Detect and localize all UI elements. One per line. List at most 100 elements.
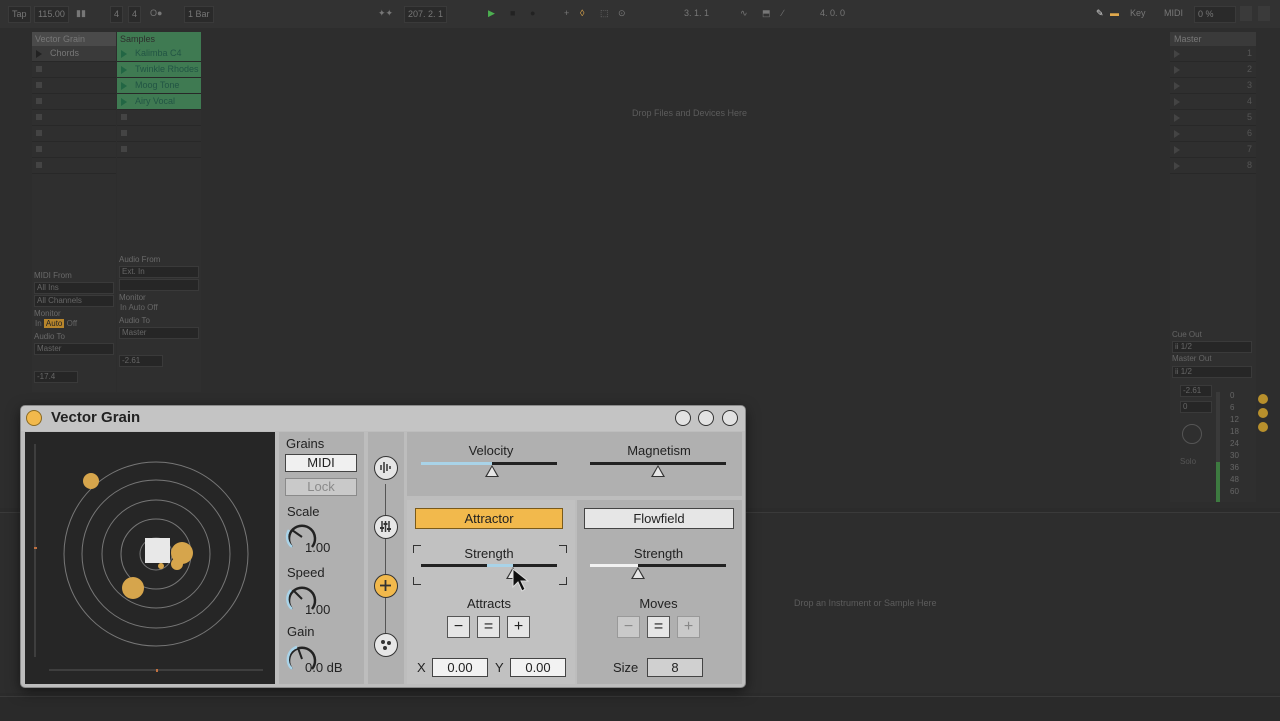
solo-button[interactable]: Solo <box>1180 457 1196 466</box>
audio-from-select[interactable]: Ext. In <box>119 266 199 278</box>
clip-slot[interactable] <box>32 110 116 126</box>
lock-button[interactable]: Lock <box>285 478 357 496</box>
attracts-plus-button[interactable]: + <box>507 616 530 638</box>
stop-icon[interactable]: ■ <box>510 6 515 21</box>
metronome-icon[interactable]: ▮▮ <box>76 6 86 21</box>
clip-slot[interactable]: Chords <box>32 46 116 62</box>
follow-icon[interactable]: O● <box>150 6 162 21</box>
monitor-auto-button[interactable]: Auto <box>128 303 144 312</box>
master-title[interactable]: Master <box>1170 32 1256 46</box>
attractor-button[interactable]: Attractor <box>415 508 563 529</box>
key-map-icon[interactable]: ▬ <box>1110 6 1119 21</box>
tap-button[interactable]: Tap <box>8 6 31 23</box>
device-view-icon[interactable] <box>1258 408 1268 418</box>
clip-slot[interactable]: Twinkle Rhodes <box>117 62 201 78</box>
position-field[interactable]: 207. 2. 1 <box>404 6 448 23</box>
scene-launch[interactable]: 8 <box>1170 158 1256 174</box>
mixer-view-icon[interactable] <box>1258 422 1268 432</box>
overdub-icon[interactable]: + <box>564 6 569 21</box>
master-pan[interactable]: 0 <box>1180 401 1212 413</box>
waveform-icon[interactable] <box>374 456 398 480</box>
attracts-minus-button[interactable]: − <box>447 616 470 638</box>
velocity-thumb[interactable] <box>485 465 499 477</box>
monitor-off-button[interactable]: Off <box>67 319 78 328</box>
track-volume[interactable]: -2.61 <box>119 355 163 367</box>
master-volume[interactable]: -2.61 <box>1180 385 1212 397</box>
cue-out-select[interactable]: ii 1/2 <box>1172 341 1252 353</box>
scene-launch[interactable]: 3 <box>1170 78 1256 94</box>
midi-from-select[interactable]: All Ins <box>34 282 114 294</box>
clip-slot[interactable] <box>32 78 116 94</box>
pan-knob[interactable] <box>1182 424 1202 444</box>
clip-view-icon[interactable] <box>1258 394 1268 404</box>
monitor-in-button[interactable]: In <box>120 303 127 312</box>
grain-visualizer[interactable] <box>25 432 275 684</box>
moves-plus-button[interactable]: + <box>677 616 700 638</box>
draw-mode-icon[interactable]: ∿ <box>740 6 748 21</box>
moves-minus-button[interactable]: − <box>617 616 640 638</box>
capture-icon[interactable]: ⊙ <box>618 6 626 21</box>
hotswap-icon[interactable] <box>698 410 714 426</box>
particles-icon[interactable] <box>374 633 398 657</box>
input-channel-select[interactable] <box>119 279 199 291</box>
punch-icon[interactable]: ∕ <box>782 6 784 21</box>
track-title[interactable]: Vector Grain <box>32 32 116 46</box>
clip-slot[interactable] <box>32 126 116 142</box>
clip-slot[interactable] <box>32 142 116 158</box>
clip-slot[interactable]: Kalimba C4 <box>117 46 201 62</box>
loop-start-field[interactable]: 3. 1. 1 <box>684 6 709 21</box>
track-title[interactable]: Samples <box>117 32 201 46</box>
tempo-field[interactable]: 115.00 <box>34 6 69 23</box>
key-map-button[interactable]: Key <box>1130 6 1146 21</box>
scene-launch[interactable]: 7 <box>1170 142 1256 158</box>
mixer-icon[interactable] <box>374 515 398 539</box>
scene-launch[interactable]: 4 <box>1170 94 1256 110</box>
midi-map-button[interactable]: MIDI <box>1164 6 1183 21</box>
flowfield-strength-slider[interactable] <box>590 564 726 579</box>
loop-toggle-icon[interactable]: ⬒ <box>762 6 771 21</box>
clip-slot[interactable] <box>32 158 116 174</box>
channel-select[interactable]: All Channels <box>34 295 114 307</box>
loop-icon[interactable]: ⬚ <box>600 6 609 21</box>
magnetism-slider[interactable] <box>590 462 726 477</box>
clip-slot[interactable]: Airy Vocal <box>117 94 201 110</box>
audio-to-select[interactable]: Master <box>34 343 114 355</box>
clip-slot[interactable] <box>32 62 116 78</box>
pin-icon[interactable] <box>675 410 691 426</box>
pencil-icon[interactable]: ✎ <box>1096 6 1104 21</box>
play-icon[interactable]: ▶ <box>488 6 495 21</box>
magnetism-thumb[interactable] <box>651 465 665 477</box>
clip-slot[interactable] <box>117 110 201 126</box>
arrangement-icon[interactable]: ✦✦ <box>378 6 393 21</box>
clip-slot[interactable] <box>32 94 116 110</box>
clip-slot[interactable] <box>117 126 201 142</box>
automation-arm-icon[interactable]: ◊ <box>580 6 584 21</box>
clip-slot[interactable]: Moog Tone <box>117 78 201 94</box>
scene-launch[interactable]: 1 <box>1170 46 1256 62</box>
track-volume[interactable]: -17.4 <box>34 371 78 383</box>
save-preset-icon[interactable] <box>722 410 738 426</box>
quantize-select[interactable]: 1 Bar <box>184 6 214 23</box>
orbit-display[interactable] <box>25 432 275 684</box>
scene-launch[interactable]: 5 <box>1170 110 1256 126</box>
flowfield-strength-thumb[interactable] <box>631 567 645 579</box>
monitor-auto-button[interactable]: Auto <box>43 319 65 328</box>
attractor-strength-slider[interactable] <box>421 564 557 579</box>
size-value-field[interactable]: 8 <box>647 658 703 677</box>
midi-button[interactable]: MIDI <box>285 454 357 472</box>
y-value-field[interactable]: 0.00 <box>510 658 566 677</box>
signature-numerator[interactable]: 4 <box>110 6 124 23</box>
scene-launch[interactable]: 2 <box>1170 62 1256 78</box>
attractor-add-icon[interactable] <box>374 574 398 598</box>
x-value-field[interactable]: 0.00 <box>432 658 488 677</box>
velocity-slider[interactable] <box>421 462 557 477</box>
scene-launch[interactable]: 6 <box>1170 126 1256 142</box>
flowfield-button[interactable]: Flowfield <box>584 508 734 529</box>
loop-length-field[interactable]: 4. 0. 0 <box>820 6 845 21</box>
attractor-square[interactable] <box>145 538 170 563</box>
signature-denominator[interactable]: 4 <box>128 6 142 23</box>
master-out-select[interactable]: ii 1/2 <box>1172 366 1252 378</box>
clip-slot[interactable] <box>117 142 201 158</box>
moves-equal-button[interactable]: = <box>647 616 670 638</box>
monitor-off-button[interactable]: Off <box>147 303 158 312</box>
